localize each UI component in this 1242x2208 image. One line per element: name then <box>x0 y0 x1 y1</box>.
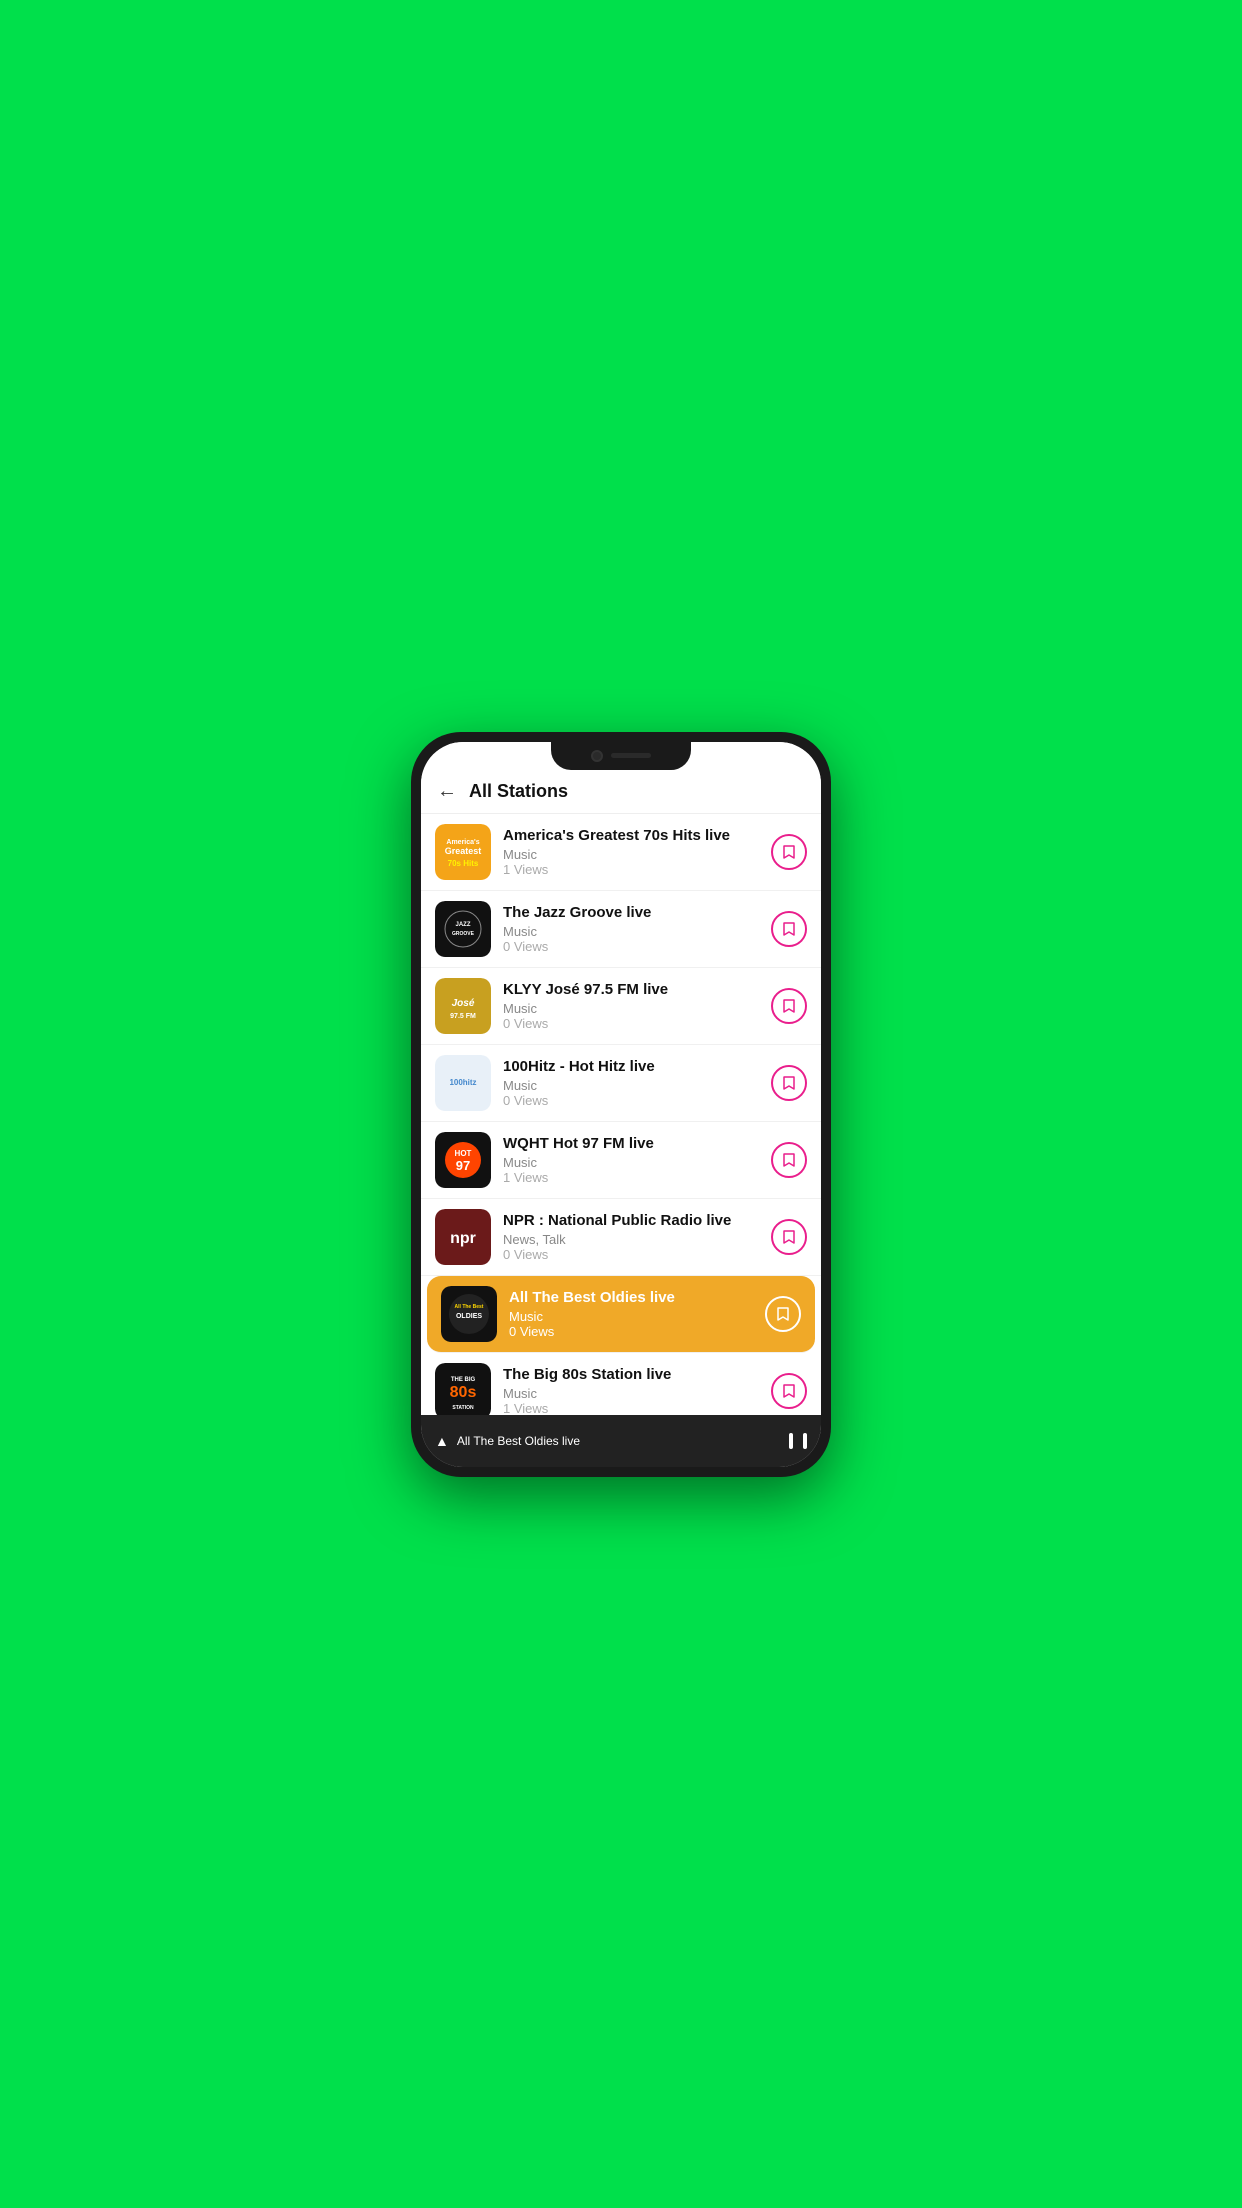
bookmark-icon <box>782 921 796 937</box>
station-views: 0 Views <box>509 1324 765 1339</box>
notch <box>551 742 691 770</box>
station-category: News, Talk <box>503 1232 771 1247</box>
station-name: NPR : National Public Radio live <box>503 1211 771 1231</box>
station-name: The Jazz Groove live <box>503 903 771 923</box>
station-item[interactable]: THE BIG 80s STATION The Big 80s Station … <box>421 1353 821 1415</box>
station-logo: THE BIG 80s STATION <box>435 1363 491 1415</box>
svg-text:80s: 80s <box>450 1384 477 1401</box>
station-category: Music <box>503 847 771 862</box>
bookmark-icon <box>782 1229 796 1245</box>
svg-text:José: José <box>452 998 475 1009</box>
station-info: 100Hitz - Hot Hitz live Music 0 Views <box>503 1057 771 1109</box>
bookmark-icon <box>782 998 796 1014</box>
station-category: Music <box>509 1309 765 1324</box>
bookmark-icon <box>776 1306 790 1322</box>
station-info: NPR : National Public Radio live News, T… <box>503 1211 771 1263</box>
station-logo: All The Best OLDIES <box>441 1286 497 1342</box>
station-name: The Big 80s Station live <box>503 1365 771 1385</box>
bookmark-icon <box>782 1383 796 1399</box>
station-item[interactable]: HOT 97 WQHT Hot 97 FM live Music 1 Views <box>421 1122 821 1199</box>
station-category: Music <box>503 1155 771 1170</box>
notch-speaker <box>611 753 651 758</box>
station-name: WQHT Hot 97 FM live <box>503 1134 771 1154</box>
mini-player-chevron[interactable]: ▲ <box>435 1433 449 1449</box>
station-logo: 100hitz <box>435 1055 491 1111</box>
station-item[interactable]: npr NPR : National Public Radio live New… <box>421 1199 821 1276</box>
mini-player-controls <box>789 1433 807 1449</box>
phone-frame: ← All Stations America's Greatest 70s Hi… <box>411 732 831 1477</box>
station-info: WQHT Hot 97 FM live Music 1 Views <box>503 1134 771 1186</box>
svg-text:Greatest: Greatest <box>445 846 482 856</box>
svg-text:npr: npr <box>450 1230 476 1247</box>
station-item[interactable]: 100hitz 100Hitz - Hot Hitz live Music 0 … <box>421 1045 821 1122</box>
pause-bar-1 <box>789 1433 793 1449</box>
bookmark-button[interactable] <box>771 834 807 870</box>
bookmark-icon <box>782 1075 796 1091</box>
svg-text:All The Best: All The Best <box>455 1304 484 1310</box>
station-list[interactable]: America's Greatest 70s Hits America's Gr… <box>421 814 821 1415</box>
station-views: 0 Views <box>503 1247 771 1262</box>
bookmark-button[interactable] <box>771 988 807 1024</box>
station-views: 0 Views <box>503 1093 771 1108</box>
station-logo: José 97.5 FM <box>435 978 491 1034</box>
station-logo: HOT 97 <box>435 1132 491 1188</box>
station-item[interactable]: JAZZ GROOVE The Jazz Groove live Music 0… <box>421 891 821 968</box>
svg-text:GROOVE: GROOVE <box>452 931 475 937</box>
bookmark-icon <box>782 844 796 860</box>
svg-text:THE BIG: THE BIG <box>451 1377 476 1383</box>
station-item[interactable]: All The Best OLDIES All The Best Oldies … <box>427 1276 815 1353</box>
station-info: The Big 80s Station live Music 1 Views <box>503 1365 771 1415</box>
station-name: All The Best Oldies live <box>509 1288 765 1308</box>
station-category: Music <box>503 1078 771 1093</box>
station-name: 100Hitz - Hot Hitz live <box>503 1057 771 1077</box>
station-info: America's Greatest 70s Hits live Music 1… <box>503 826 771 878</box>
station-views: 1 Views <box>503 862 771 877</box>
station-views: 1 Views <box>503 1170 771 1185</box>
phone-screen: ← All Stations America's Greatest 70s Hi… <box>421 742 821 1467</box>
page-title: All Stations <box>469 781 568 802</box>
station-views: 0 Views <box>503 1016 771 1031</box>
svg-text:STATION: STATION <box>452 1405 474 1411</box>
station-info: All The Best Oldies live Music 0 Views <box>509 1288 765 1340</box>
svg-text:OLDIES: OLDIES <box>456 1313 482 1320</box>
station-info: The Jazz Groove live Music 0 Views <box>503 903 771 955</box>
bookmark-button[interactable] <box>771 1219 807 1255</box>
svg-text:America's: America's <box>446 839 479 846</box>
bookmark-button[interactable] <box>771 911 807 947</box>
station-views: 0 Views <box>503 939 771 954</box>
mini-player-left: ▲ All The Best Oldies live <box>435 1433 580 1449</box>
station-category: Music <box>503 1386 771 1401</box>
station-item[interactable]: José 97.5 FM KLYY José 97.5 FM live Musi… <box>421 968 821 1045</box>
svg-text:100hitz: 100hitz <box>449 1078 476 1087</box>
station-views: 1 Views <box>503 1401 771 1414</box>
station-info: KLYY José 97.5 FM live Music 0 Views <box>503 980 771 1032</box>
svg-text:JAZZ: JAZZ <box>456 922 471 928</box>
svg-text:HOT: HOT <box>455 1149 472 1158</box>
svg-text:70s Hits: 70s Hits <box>448 859 479 868</box>
station-category: Music <box>503 924 771 939</box>
notch-camera <box>591 750 603 762</box>
station-logo: JAZZ GROOVE <box>435 901 491 957</box>
bookmark-button[interactable] <box>765 1296 801 1332</box>
bookmark-button[interactable] <box>771 1065 807 1101</box>
bookmark-icon <box>782 1152 796 1168</box>
pause-bar-2 <box>803 1433 807 1449</box>
svg-text:97.5 FM: 97.5 FM <box>450 1013 476 1020</box>
station-logo: npr <box>435 1209 491 1265</box>
back-button[interactable]: ← <box>437 780 457 803</box>
station-logo: America's Greatest 70s Hits <box>435 824 491 880</box>
screen: ← All Stations America's Greatest 70s Hi… <box>421 742 821 1467</box>
station-item[interactable]: America's Greatest 70s Hits America's Gr… <box>421 814 821 891</box>
bookmark-button[interactable] <box>771 1373 807 1409</box>
bookmark-button[interactable] <box>771 1142 807 1178</box>
mini-player[interactable]: ▲ All The Best Oldies live <box>421 1415 821 1467</box>
station-name: America's Greatest 70s Hits live <box>503 826 771 846</box>
mini-player-title: All The Best Oldies live <box>457 1434 580 1448</box>
station-category: Music <box>503 1001 771 1016</box>
station-name: KLYY José 97.5 FM live <box>503 980 771 1000</box>
svg-text:97: 97 <box>456 1158 470 1173</box>
